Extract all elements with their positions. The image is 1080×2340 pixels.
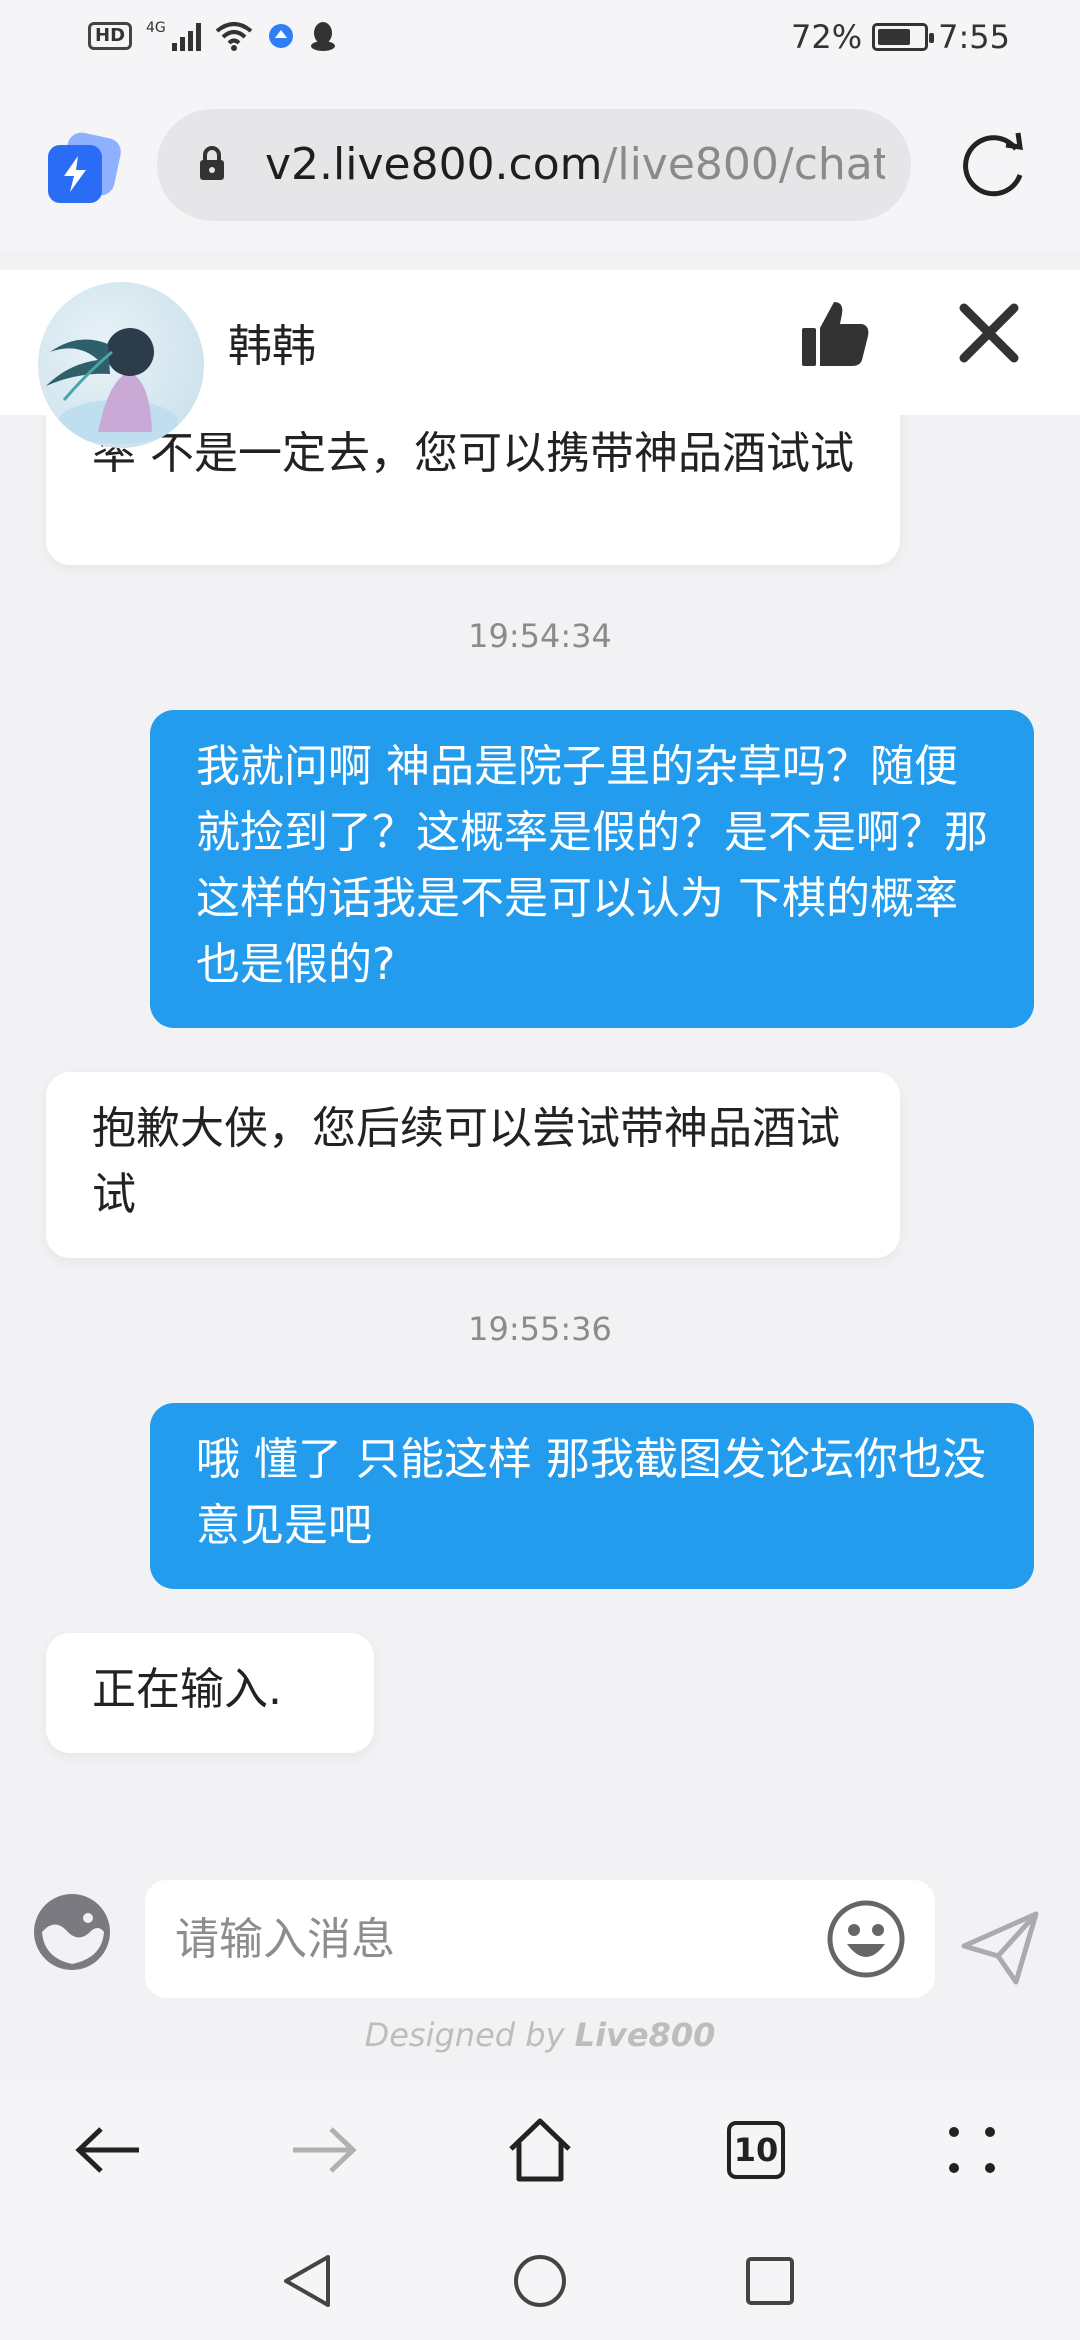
message-bubble-agent: 抱歉大侠，您后续可以尝试带神品酒试试 (46, 1072, 900, 1258)
message-text: 抱歉大侠，您后续可以尝试带神品酒试试 (92, 1103, 840, 1220)
browser-app-icon (268, 24, 293, 48)
thumbs-up-icon[interactable] (800, 298, 872, 370)
powered-by-footer: Designed by Live800 (0, 2016, 1080, 2054)
message-bubble-user: 我就问啊 神品是院子里的杂草吗？随便就捡到了？这概率是假的？是不是啊？那这样的话… (150, 710, 1034, 1028)
message-timestamp: 19:55:36 (468, 1310, 612, 1348)
tabs-button[interactable]: 10 (716, 2110, 796, 2190)
designed-by-label: Designed by (364, 2016, 575, 2054)
battery-icon (872, 23, 935, 51)
home-icon (509, 2118, 571, 2182)
url-host: v2.live800.com (265, 139, 603, 190)
chat-header: 韩韩 (0, 270, 1080, 448)
url-text[interactable]: v2.live800.com/live800/chat( (265, 135, 885, 195)
system-navigation-bar (0, 2215, 1080, 2340)
clock: 7:55 (938, 18, 1010, 56)
message-input[interactable] (175, 1900, 815, 1978)
forward-button[interactable] (284, 2110, 364, 2190)
more-dots-icon (949, 2127, 995, 2173)
wifi-icon (215, 22, 253, 51)
agent-name: 韩韩 (228, 321, 316, 372)
back-button[interactable] (68, 2110, 148, 2190)
send-icon[interactable] (960, 1908, 1040, 1988)
signal-icon (171, 21, 201, 51)
tab-count: 10 (727, 2121, 785, 2179)
brand-name: Live800 (574, 2016, 716, 2054)
menu-button[interactable] (932, 2110, 1012, 2190)
chat-messages: 率 不是一定去，您可以携带神品酒试试 19:54:34 我就问啊 神品是院子里的… (0, 415, 1080, 1860)
agent-avatar (38, 282, 204, 448)
nav-back-icon[interactable] (280, 2253, 336, 2309)
qq-icon (310, 22, 335, 51)
browser-logo-icon[interactable] (48, 130, 124, 205)
battery-percent: 72% (791, 18, 863, 56)
message-text: 率 不是一定去，您可以携带神品酒试试 (92, 428, 854, 479)
hd-icon: HD (88, 22, 133, 50)
message-text: 我就问啊 神品是院子里的杂草吗？随便就捡到了？这概率是假的？是不是啊？那这样的话… (196, 741, 988, 990)
emoji-icon[interactable] (825, 1898, 907, 1980)
address-bar[interactable]: v2.live800.com/live800/chat( (157, 109, 911, 221)
url-path: /live800/chat( (602, 139, 885, 190)
message-text: 哦 懂了 只能这样 那我截图发论坛你也没意见是吧 (196, 1434, 986, 1551)
browser-toolbar: v2.live800.com/live800/chat( (0, 85, 1080, 250)
close-icon[interactable] (958, 302, 1020, 364)
message-input-box[interactable] (145, 1880, 935, 1998)
nav-recents-icon[interactable] (744, 2255, 796, 2307)
nav-home-icon[interactable] (512, 2253, 568, 2309)
typing-indicator: 正在输入. (46, 1633, 374, 1753)
reload-icon[interactable] (958, 129, 1032, 203)
status-bar: HD 4G 72% 7:55 (0, 0, 1080, 85)
browser-bottom-nav: 10 (0, 2080, 1080, 2215)
message-text: 正在输入. (92, 1664, 282, 1715)
sticker-icon[interactable] (32, 1892, 112, 1972)
home-button[interactable] (500, 2110, 580, 2190)
message-composer (0, 1870, 1080, 2010)
lock-icon (200, 146, 224, 180)
message-bubble-user: 哦 懂了 只能这样 那我截图发论坛你也没意见是吧 (150, 1403, 1034, 1589)
message-timestamp: 19:54:34 (468, 617, 612, 655)
arrow-left-icon (75, 2127, 139, 2173)
message-bubble-agent: 率 不是一定去，您可以携带神品酒试试 (46, 415, 900, 565)
arrow-right-icon (293, 2127, 357, 2173)
network-type: 4G (146, 20, 166, 36)
